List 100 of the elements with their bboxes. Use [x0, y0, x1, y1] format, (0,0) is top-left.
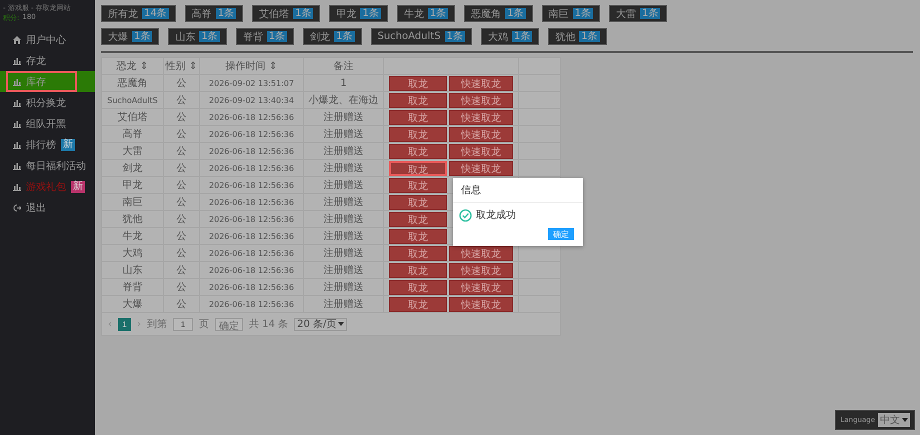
sidebar-item[interactable]: 游戏礼包 新 — [0, 176, 95, 197]
take-button[interactable]: 取龙 — [389, 76, 447, 90]
count-badge: 1条 — [505, 8, 526, 19]
take-button[interactable]: 取龙 — [389, 126, 447, 142]
table-cell: 大爆 — [102, 296, 164, 312]
table-cell: 小爆龙、在海边 — [304, 92, 384, 108]
dino-filter-tag[interactable]: 南巨 1条 — [542, 5, 600, 22]
table-cell: 2026-06-18 12:56:36 — [200, 211, 304, 227]
take-button[interactable]: 取龙 — [389, 246, 447, 260]
table-cell: 2026-06-18 12:56:36 — [200, 262, 304, 278]
take-button[interactable]: 取龙 — [389, 178, 447, 192]
dino-filter-tag[interactable]: 脊背 1条 — [236, 28, 294, 45]
take-button[interactable]: 取龙 — [389, 228, 447, 244]
dino-filter-tag[interactable]: 恶魔角 1条 — [464, 5, 533, 22]
fast-take-button[interactable]: 快速取龙 — [449, 246, 513, 260]
fast-take-button[interactable]: 快速取龙 — [449, 92, 513, 108]
table-cell: 公 — [164, 194, 200, 210]
table-cell: 公 — [164, 109, 200, 125]
dino-filter-tag[interactable]: SuchoAdultS 1条 — [370, 28, 472, 45]
dino-filter-tag[interactable]: 甲龙 1条 — [329, 5, 388, 22]
take-button[interactable]: 取龙 — [389, 144, 447, 158]
table-cell: 2026-09-02 13:51:07 — [200, 75, 304, 91]
table-cell: 注册赠送 — [304, 211, 384, 227]
sidebar-item[interactable]: 存龙 — [0, 50, 95, 71]
dino-filter-tag[interactable]: 艾伯塔 1条 — [252, 5, 320, 22]
take-button[interactable]: 取龙 — [389, 212, 447, 226]
success-check-icon — [459, 208, 472, 222]
dino-filter-tag[interactable]: 山东 1条 — [168, 28, 227, 45]
bar-chart-icon — [13, 162, 21, 170]
table-cell: 注册赠送 — [304, 109, 384, 125]
table-cell: 公 — [164, 126, 200, 142]
dino-filter-tag[interactable]: 犹他 1条 — [548, 28, 607, 45]
dino-filter-tag[interactable]: 大鸡 1条 — [480, 28, 540, 45]
bar-chart-icon — [13, 78, 21, 86]
fast-take-button[interactable]: 快速取龙 — [449, 110, 513, 124]
take-button[interactable]: 取龙 — [389, 160, 447, 176]
sidebar-item[interactable]: 组队开黑 — [0, 113, 95, 134]
fast-take-button[interactable]: 快速取龙 — [449, 160, 513, 176]
dino-filter-tag[interactable]: 所有龙 14条 — [101, 5, 176, 22]
sidebar-label: 用户中心 — [26, 34, 66, 46]
sidebar-label: 每日福利活动 — [26, 160, 86, 172]
page-size-select[interactable]: 20 条/页 — [294, 318, 348, 330]
fast-take-button[interactable]: 快速取龙 — [449, 280, 513, 294]
column-header[interactable]: 性别 ⇕ — [164, 58, 200, 74]
table-cell: 大鸡 — [102, 245, 164, 261]
table-cell: 注册赠送 — [304, 160, 384, 176]
table-cell: 2026-06-18 12:56:36 — [200, 228, 304, 244]
table-cell: 注册赠送 — [304, 228, 384, 244]
table-cell: 2026-06-18 12:56:36 — [200, 143, 304, 159]
dino-filter-tag[interactable]: 剑龙 1条 — [303, 28, 362, 45]
table-cell: 公 — [164, 211, 200, 227]
fast-take-button[interactable]: 快速取龙 — [449, 76, 513, 90]
column-header[interactable]: 恐龙 ⇕ — [102, 58, 164, 74]
count-badge: 1条 — [512, 31, 532, 42]
ok-button[interactable]: 确定 — [548, 228, 574, 240]
sidebar-item[interactable]: 每日福利活动 — [0, 155, 95, 176]
sidebar-item[interactable]: 排行榜 新 — [0, 134, 95, 155]
fast-take-button[interactable]: 快速取龙 — [449, 296, 513, 312]
count-badge: 1条 — [579, 31, 600, 42]
table-cell: 高脊 — [102, 126, 164, 142]
take-button[interactable]: 取龙 — [389, 280, 447, 294]
dialog-title: 信息 — [453, 178, 583, 203]
table-cell: 注册赠送 — [304, 262, 384, 278]
take-button[interactable]: 取龙 — [389, 194, 447, 210]
sidebar-label: 退出 — [26, 202, 46, 214]
fast-take-button[interactable]: 快速取龙 — [449, 262, 513, 278]
count-badge: 1条 — [360, 8, 381, 19]
dino-filter-tag[interactable]: 大爆 1条 — [101, 28, 160, 45]
count-badge: 1条 — [572, 8, 593, 19]
table-cell: 恶魔角 — [102, 75, 164, 91]
fast-take-button[interactable]: 快速取龙 — [449, 126, 513, 142]
table-cell: 公 — [164, 92, 200, 108]
column-header[interactable]: 操作时间 ⇕ — [200, 58, 304, 74]
page-button[interactable]: 1 — [118, 318, 131, 330]
table-cell: 2026-06-18 12:56:36 — [200, 160, 304, 176]
sidebar-item[interactable]: 退出 — [0, 197, 95, 218]
column-header[interactable]: 备注 — [304, 58, 384, 74]
dino-filter-tag[interactable]: 高脊 1条 — [184, 5, 244, 22]
take-button[interactable]: 取龙 — [389, 296, 447, 312]
table-cell: 2026-06-18 12:56:36 — [200, 177, 304, 193]
confirm-button[interactable]: 确定 — [215, 318, 243, 330]
take-button[interactable]: 取龙 — [389, 92, 447, 108]
table-cell: 2026-09-02 13:40:34 — [200, 92, 304, 108]
new-badge: 新 — [61, 138, 75, 150]
table-cell: 2026-06-18 12:56:36 — [200, 296, 304, 312]
count-badge: 1条 — [428, 8, 448, 19]
table-cell: 注册赠送 — [304, 126, 384, 142]
count-badge: 14条 — [142, 8, 169, 19]
bar-chart-icon — [13, 140, 21, 148]
sidebar-item[interactable]: 用户中心 — [0, 29, 95, 50]
take-button[interactable]: 取龙 — [389, 262, 447, 278]
dino-filter-tag[interactable]: 牛龙 1条 — [396, 5, 456, 22]
page-input[interactable]: 1 — [173, 318, 193, 330]
table-cell: 山东 — [102, 262, 164, 278]
take-button[interactable]: 取龙 — [389, 110, 447, 124]
table-cell: 剑龙 — [102, 160, 164, 176]
dino-filter-tag[interactable]: 大雷 1条 — [608, 5, 668, 22]
language-select[interactable]: 中文 — [878, 413, 910, 427]
sidebar-item[interactable]: 积分换龙 — [0, 92, 95, 113]
fast-take-button[interactable]: 快速取龙 — [449, 144, 513, 158]
